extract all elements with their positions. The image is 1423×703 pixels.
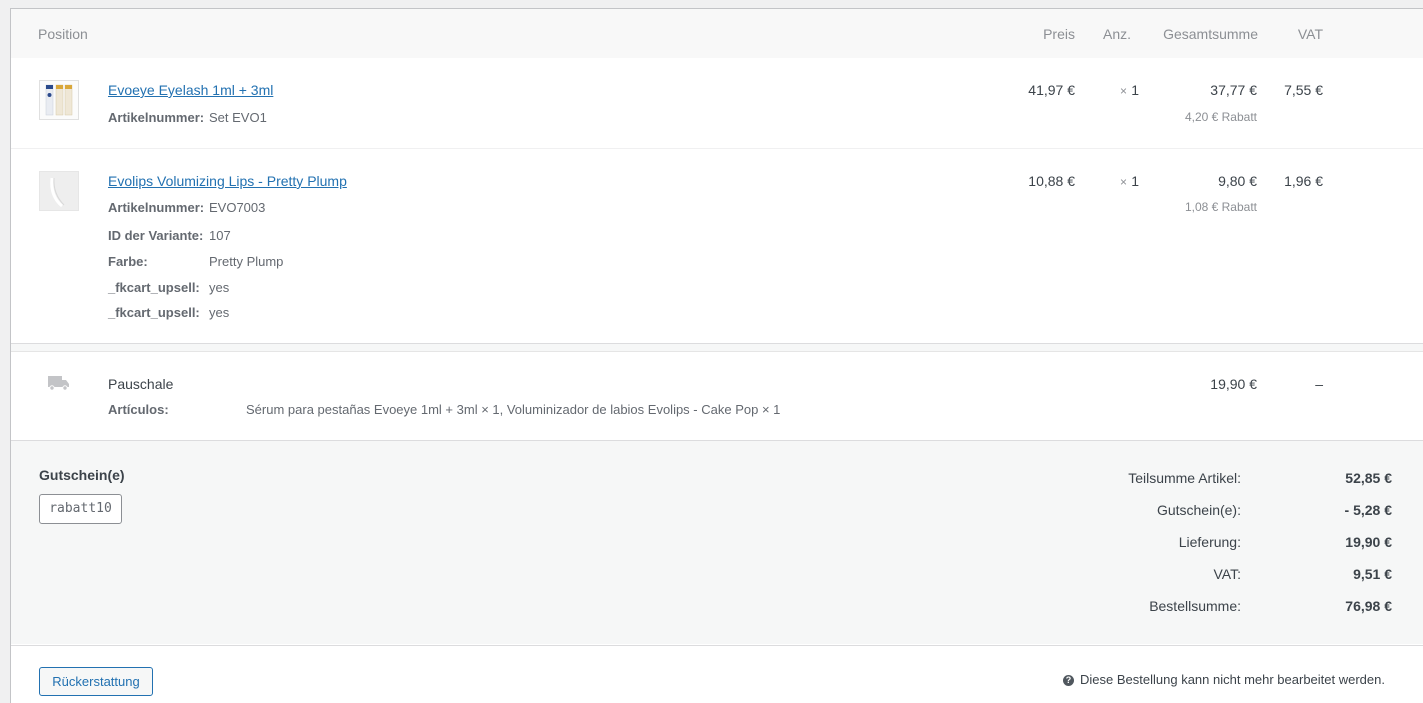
order-items-panel: Position Preis Anz. Gesamtsumme VAT Evoe… <box>10 8 1423 703</box>
total-value: 76,98 € <box>1345 598 1392 614</box>
coupon-code-chip[interactable]: rabatt10 <box>39 494 122 524</box>
meta-value: yes <box>209 305 230 320</box>
meta-value: Sérum para pestañas Evoeye 1ml + 3ml × 1… <box>246 402 781 417</box>
total-label: Teilsumme Artikel: <box>1128 470 1241 486</box>
truck-icon <box>48 375 70 394</box>
items-table-header: Position Preis Anz. Gesamtsumme VAT <box>11 9 1423 58</box>
total-label: Bestellsumme: <box>1149 598 1241 614</box>
item-price: 41,97 € <box>1028 82 1075 98</box>
item-vat: 7,55 € <box>1284 82 1323 98</box>
column-price[interactable]: Preis <box>1043 26 1075 42</box>
edit-notice: ? Diese Bestellung kann nicht mehr bearbe… <box>1063 672 1385 687</box>
item-discount: 1,08 € Rabatt <box>1184 200 1257 214</box>
product-image-icon <box>40 172 78 210</box>
meta-value: Pretty Plump <box>209 254 284 269</box>
column-vat[interactable]: VAT <box>1298 26 1323 42</box>
meta-value: 107 <box>209 228 231 243</box>
product-name-link[interactable]: Evoeye Eyelash 1ml + 3ml <box>108 82 273 98</box>
shipping-vat: – <box>1315 376 1323 392</box>
item-total: 37,77 € <box>1210 82 1257 98</box>
qty-times: × <box>1119 84 1127 98</box>
product-name-link[interactable]: Evolips Volumizing Lips - Pretty Plump <box>108 173 347 189</box>
meta-label: Artikelnummer: <box>108 110 205 125</box>
total-value: 19,90 € <box>1345 534 1392 550</box>
item-discount: 4,20 € Rabatt <box>1184 110 1257 124</box>
meta-label: _fkcart_upsell: <box>108 305 200 320</box>
meta-value: EVO7003 <box>209 200 266 215</box>
total-label: Gutschein(e): <box>1156 502 1241 518</box>
help-icon[interactable]: ? <box>1063 675 1075 687</box>
meta-label: Artikelnummer: <box>108 200 205 215</box>
row-divider <box>11 148 1423 149</box>
total-value: 9,51 € <box>1353 566 1392 582</box>
total-value: 52,85 € <box>1345 470 1392 486</box>
item-vat: 1,96 € <box>1284 173 1323 189</box>
qty-times: × <box>1119 175 1127 189</box>
shipping-total: 19,90 € <box>1210 376 1257 392</box>
total-label: Lieferung: <box>1178 534 1241 550</box>
item-price: 10,88 € <box>1028 173 1075 189</box>
coupons-title: Gutschein(e) <box>39 467 125 483</box>
meta-label: ID der Variante: <box>108 228 204 243</box>
item-total: 9,80 € <box>1218 173 1257 189</box>
edit-notice-text: Diese Bestellung kann nicht mehr bearbei… <box>1080 672 1385 687</box>
meta-value: Set EVO1 <box>209 110 267 125</box>
section-divider <box>11 351 1423 352</box>
item-qty: 1 <box>1131 82 1139 98</box>
total-value: - 5,28 € <box>1344 502 1392 518</box>
meta-label: Artículos: <box>108 402 169 417</box>
meta-label: _fkcart_upsell: <box>108 280 200 295</box>
product-image-icon <box>40 81 78 119</box>
product-thumbnail[interactable] <box>39 80 79 120</box>
column-qty[interactable]: Anz. <box>1103 26 1131 42</box>
product-thumbnail[interactable] <box>39 171 79 211</box>
meta-label: Farbe: <box>108 254 148 269</box>
total-label: VAT: <box>1213 566 1242 582</box>
item-qty: 1 <box>1131 173 1139 189</box>
refund-button[interactable]: Rückerstattung <box>39 667 153 696</box>
column-total[interactable]: Gesamtsumme <box>1163 26 1258 42</box>
column-position[interactable]: Position <box>38 26 88 42</box>
meta-value: yes <box>209 280 230 295</box>
shipping-method-name: Pauschale <box>108 376 174 392</box>
